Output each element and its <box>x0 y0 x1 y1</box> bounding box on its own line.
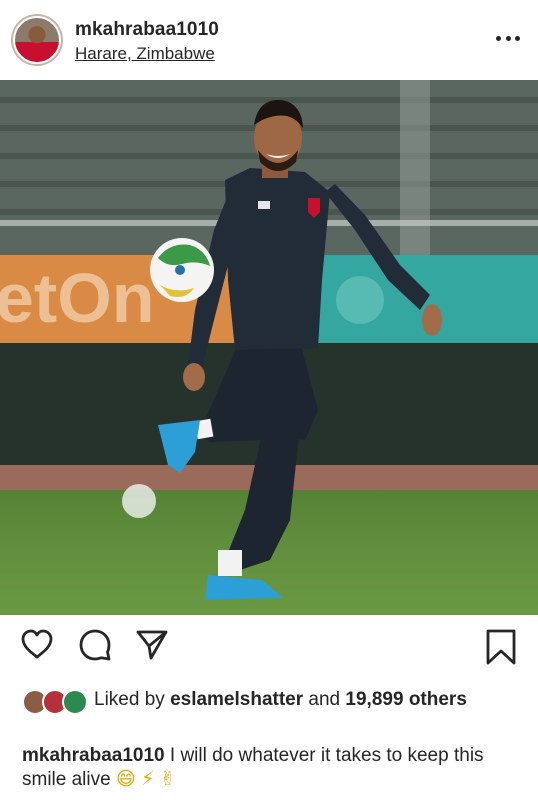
liker-username[interactable]: eslamelshatter <box>170 689 303 710</box>
profile-avatar[interactable] <box>11 14 63 66</box>
bookmark-icon[interactable] <box>484 628 518 671</box>
liker-avatar[interactable] <box>62 689 88 715</box>
more-horizontal-icon[interactable] <box>496 32 520 44</box>
share-icon[interactable] <box>135 628 169 667</box>
likes-row: Liked by eslamelshatter and 19,899 other… <box>0 686 538 736</box>
post-photo[interactable]: etOn <box>0 80 538 615</box>
post-header: mkahrabaa1010 Harare, Zimbabwe <box>0 0 538 80</box>
post-location[interactable]: Harare, Zimbabwe <box>75 44 215 64</box>
post-caption: mkahrabaa1010 I will do whatever it take… <box>22 744 522 792</box>
likes-count[interactable]: 19,899 <box>345 689 403 710</box>
post-username[interactable]: mkahrabaa1010 <box>75 19 219 41</box>
comment-icon[interactable] <box>78 628 112 667</box>
caption-username[interactable]: mkahrabaa1010 <box>22 745 165 766</box>
likes-text[interactable]: Liked by eslamelshatter and 19,899 other… <box>94 688 524 712</box>
ad-board-text: etOn <box>0 259 154 337</box>
heart-icon[interactable] <box>20 628 54 667</box>
action-bar <box>0 628 538 672</box>
avatar-image <box>13 16 61 64</box>
caption-emojis: 😄 ⚡ ✌ <box>115 769 176 790</box>
